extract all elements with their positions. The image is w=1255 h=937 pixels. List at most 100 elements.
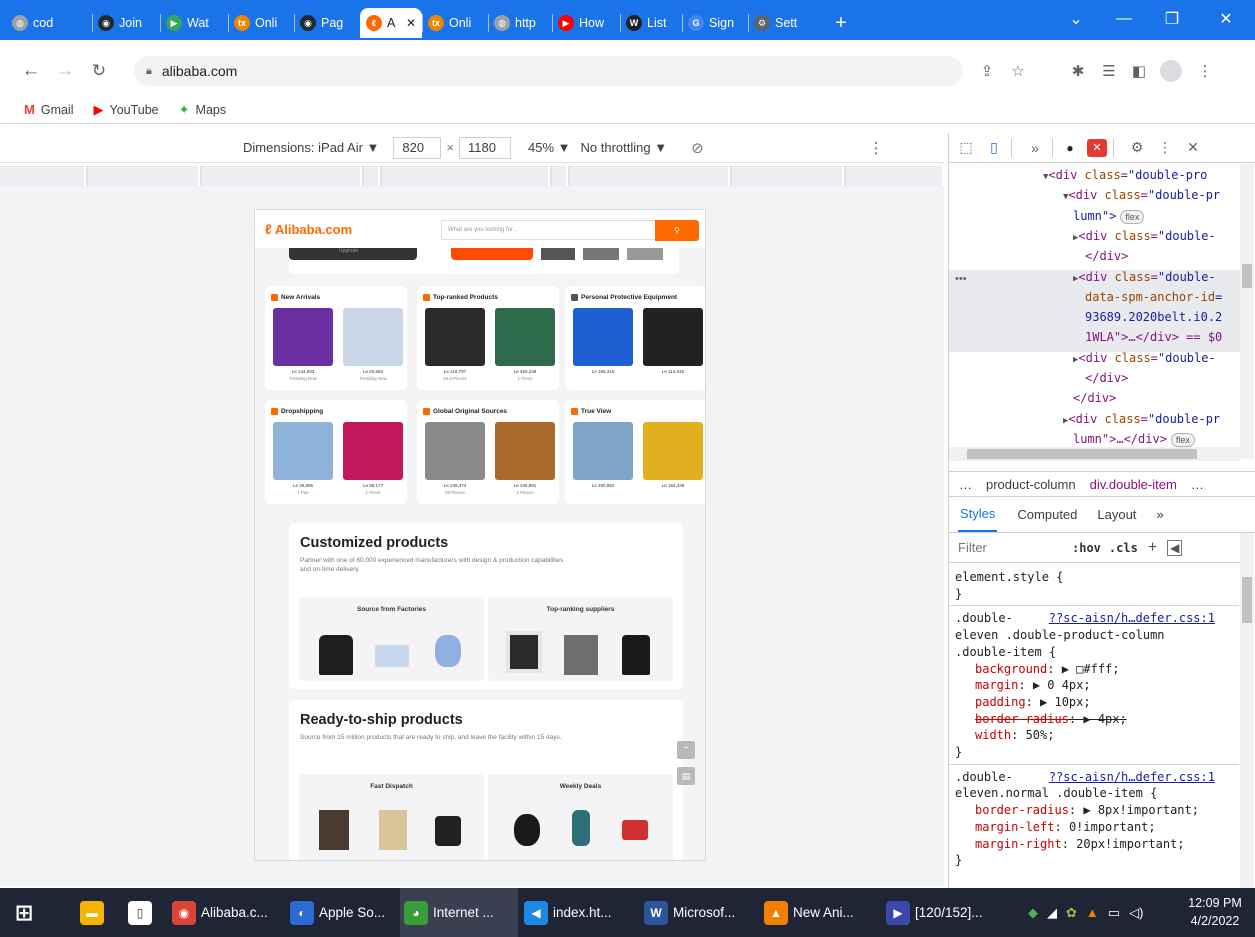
scroll-top-icon[interactable]: ⌃ (677, 741, 695, 759)
css-rule-line[interactable]: border-radius: ▶ 4px; (975, 711, 1127, 728)
product-image[interactable] (573, 422, 633, 480)
dom-node-line[interactable]: ▶<div class="double- (1073, 267, 1216, 289)
width-input[interactable]: 820 (393, 136, 442, 159)
taskbar-app-9[interactable]: ▶ [120/152]... (882, 888, 998, 937)
record-icon[interactable]: ● (1059, 137, 1081, 159)
breadcrumb-item[interactable]: … (1191, 477, 1204, 492)
product-image[interactable] (573, 308, 633, 366)
tab-0[interactable]: ◍ cod (6, 8, 92, 38)
tab-search-icon[interactable]: ⌄ (1056, 6, 1096, 32)
bookmark-star-icon[interactable]: ☆ (1005, 58, 1031, 84)
css-rule-line[interactable]: border-radius: ▶ 8px!important; (975, 802, 1199, 819)
device-toggle-icon[interactable]: ▯ (983, 137, 1005, 159)
feedback-icon[interactable]: ▤ (677, 767, 695, 785)
css-rule-line[interactable]: padding: ▶ 10px; (975, 694, 1091, 711)
clock[interactable]: 12:09 PM 4/2/2022 (1180, 894, 1250, 930)
css-rule-line[interactable]: } (955, 744, 962, 761)
product-image[interactable] (425, 308, 485, 366)
media-query-ruler[interactable] (0, 166, 944, 186)
top-ranking-suppliers-card[interactable]: Top-ranking suppliers (488, 597, 673, 681)
taskbar-app-4[interactable]: ◐ Apple So... (286, 888, 398, 937)
product-image[interactable] (643, 308, 703, 366)
css-rule-line[interactable]: margin: ▶ 0 4px; (975, 677, 1091, 694)
css-rule-line[interactable]: .double-item { (955, 644, 1056, 661)
tab-10[interactable]: G Sign (682, 8, 748, 38)
tab-8[interactable]: ▶ How (552, 8, 620, 38)
product-image[interactable] (273, 308, 333, 366)
styles-tab-1[interactable]: Computed (1017, 507, 1077, 522)
forward-arrow-icon[interactable]: → (50, 56, 80, 86)
css-source-link[interactable]: ??sc-aisn/h…defer.css:1 (1049, 611, 1215, 625)
menu-kebab-icon[interactable]: ⋮ (1192, 58, 1218, 84)
close-tab-icon[interactable]: ✕ (406, 16, 416, 30)
dom-node-line[interactable]: ▼<div class="double-pr (1063, 185, 1220, 207)
taskbar-app-7[interactable]: W Microsof... (640, 888, 758, 937)
dom-node-line[interactable]: data-spm-anchor-id= (1085, 287, 1222, 307)
alibaba-search-button[interactable]: ⚲ (655, 220, 699, 241)
css-rule-line[interactable]: } (955, 852, 962, 869)
tray-battery-icon[interactable]: ▭ (1108, 905, 1120, 921)
tray-network-icon[interactable]: ◢ (1047, 905, 1057, 921)
throttling-select[interactable]: No throttling ▼ (581, 140, 668, 155)
new-tab-button[interactable]: + (826, 8, 856, 38)
issues-badge-icon[interactable]: ✕ (1087, 138, 1107, 157)
styles-filter-input[interactable]: Filter (958, 540, 1072, 555)
hov-toggle[interactable]: :hov (1072, 541, 1101, 555)
taskbar-app-8[interactable]: ▲ New Ani... (760, 888, 880, 937)
banner-upgrade-button[interactable]: Upgrade (339, 248, 358, 254)
css-rule-line[interactable]: .double- ??sc-aisn/h…defer.css:1 (955, 769, 1215, 786)
bookmark-gmail[interactable]: M Gmail (24, 102, 74, 117)
taskbar-app-5[interactable]: ◕ Internet ... (400, 888, 518, 937)
flex-badge[interactable]: flex (1170, 432, 1195, 447)
height-input[interactable]: 1180 (459, 136, 512, 159)
styles-tab-0[interactable]: Styles (958, 497, 998, 532)
tab-9[interactable]: W List (620, 8, 682, 38)
tab-4[interactable]: ◉ Pag (294, 8, 360, 38)
styles-tab-3[interactable]: » (1156, 507, 1163, 522)
category-card[interactable]: Global Original Sources Le 249,473 50 Piec… (417, 400, 559, 504)
tab-5[interactable]: ℓ A ✕ (360, 8, 422, 38)
dom-node-line[interactable]: </div> (1073, 388, 1116, 408)
product-image[interactable] (343, 308, 403, 366)
css-rule-line[interactable]: } (955, 586, 962, 603)
breadcrumb-item[interactable]: product-column (986, 477, 1076, 492)
breadcrumb-item[interactable]: div.double-item (1090, 477, 1177, 492)
dom-node-line[interactable]: ▼<div class="double-pro (1043, 165, 1207, 187)
css-rule-line[interactable]: margin-right: 20px!important; (975, 836, 1185, 853)
css-rule-line[interactable]: eleven.normal .double-item { (955, 785, 1157, 802)
product-image[interactable] (643, 422, 703, 480)
zoom-select[interactable]: 45% ▼ (528, 140, 571, 155)
tab-7[interactable]: ◍ http (488, 8, 552, 38)
devtools-menu-icon[interactable]: ⋮ (1154, 137, 1176, 159)
alibaba-search-input[interactable]: What are you looking for... (441, 220, 657, 240)
restore-icon[interactable]: ❐ (1152, 6, 1192, 32)
product-image[interactable] (495, 308, 555, 366)
css-rule-line[interactable]: element.style { (955, 569, 1063, 586)
bookmark-youtube[interactable]: ▶ YouTube (94, 102, 159, 118)
styles-tab-2[interactable]: Layout (1097, 507, 1136, 522)
source-from-factories-card[interactable]: Source from Factories (299, 597, 484, 681)
dom-node-line[interactable]: 1WLA">…</div> == $0 (1085, 327, 1222, 347)
tab-6[interactable]: tx Onli (422, 8, 488, 38)
taskbar-app-3[interactable]: ◉ Alibaba.c... (168, 888, 284, 937)
tray-globe-icon[interactable]: ◆ (1028, 905, 1038, 921)
css-source-link[interactable]: ??sc-aisn/h…defer.css:1 (1049, 770, 1215, 784)
weekly-deals-card[interactable]: Weekly Deals (488, 774, 673, 860)
extensions-icon[interactable]: ✱ (1065, 58, 1091, 84)
product-image[interactable] (495, 422, 555, 480)
dom-hscrollbar[interactable] (949, 447, 1241, 461)
dimensions-select[interactable]: Dimensions: iPad Air ▼ (243, 140, 379, 155)
minimize-icon[interactable]: — (1104, 6, 1144, 32)
tray-vlc-icon[interactable]: ▲ (1086, 905, 1099, 920)
side-panel-icon[interactable]: ◧ (1126, 58, 1152, 84)
inspect-element-icon[interactable]: ⬚ (955, 137, 977, 159)
css-rule-line[interactable]: background: ▶ □#fff; (975, 661, 1120, 678)
taskbar-app-1[interactable]: ▬ (76, 888, 112, 937)
close-window-icon[interactable]: ✕ (1206, 6, 1246, 32)
dom-node-line[interactable]: 93689.2020belt.i0.2 (1085, 307, 1222, 327)
address-bar[interactable]: 🔒︎ alibaba.com (134, 56, 963, 86)
taskbar-app-6[interactable]: ◀ index.ht... (520, 888, 636, 937)
tab-1[interactable]: ◉ Join (92, 8, 160, 38)
category-card[interactable]: Personal Protective Equipment Le 166,315 L… (565, 286, 705, 390)
product-image[interactable] (425, 422, 485, 480)
